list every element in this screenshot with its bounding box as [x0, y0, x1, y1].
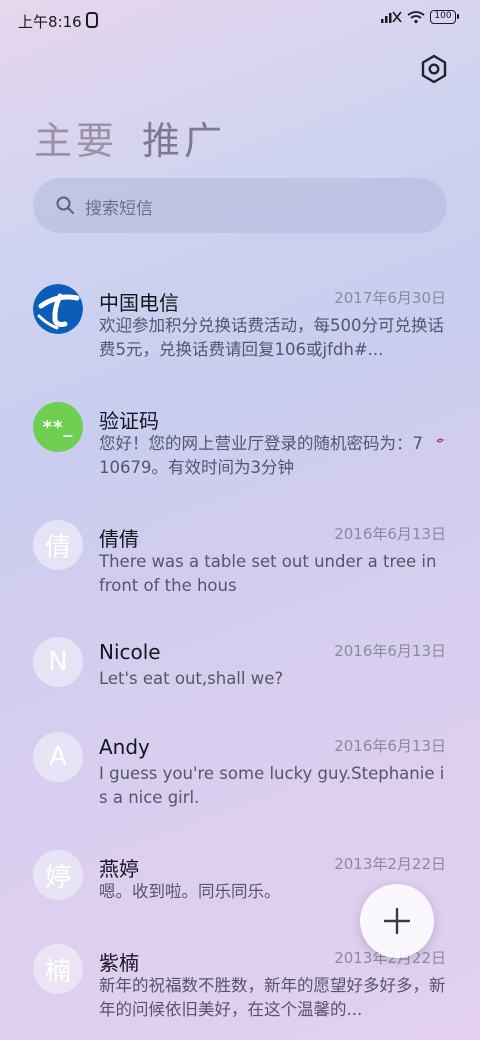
settings-hex-icon: [421, 54, 447, 84]
battery-icon: 100: [430, 10, 459, 24]
avatar: [33, 284, 83, 334]
contact-name: 紫楠: [99, 951, 139, 975]
search-icon: [56, 196, 74, 214]
avatar: 楠: [33, 944, 83, 994]
message-preview: 您好！您的网上营业厅登录的随机密码为：710679。有效时间为3分钟: [99, 434, 423, 477]
tab-main[interactable]: 主要: [34, 110, 118, 165]
wifi-icon: [407, 11, 425, 24]
message-preview: 欢迎参加积分兑换话费活动，每500分可兑换话费5元，兑换话费请回复106或jfd…: [99, 316, 444, 359]
status-icons: 100: [380, 10, 459, 24]
tab-bar: 主要 推广: [34, 110, 226, 165]
conversation-item[interactable]: 楠 紫楠 2013年2月22日 新年的祝福数不胜数，新年的愿望好多好多，新年的问…: [0, 944, 480, 1040]
contact-name: Andy: [99, 735, 150, 759]
message-preview: 新年的祝福数不胜数，新年的愿望好多好多，新年的问候依旧美好，在这个温馨的...: [99, 976, 446, 1019]
unread-mark-icon: [436, 438, 444, 443]
conversation-item[interactable]: A Andy 2016年6月13日 I guess you're some lu…: [0, 732, 480, 832]
message-preview: Let's eat out,shall we?: [99, 669, 284, 688]
plus-icon: [384, 908, 410, 934]
conversation-item[interactable]: 倩 倩倩 2016年6月13日 There was a table set ou…: [0, 520, 480, 620]
status-time: 上午8:16: [18, 13, 82, 31]
conversation-item[interactable]: **_ 验证码 您好！您的网上营业厅登录的随机密码为：710679。有效时间为3…: [0, 402, 480, 502]
contact-name: 倩倩: [99, 527, 139, 551]
china-telecom-logo-icon: [33, 284, 83, 334]
message-date: 2016年6月13日: [334, 525, 446, 543]
new-message-button[interactable]: [360, 884, 434, 958]
status-bar: 上午8:16 100: [0, 0, 480, 40]
search-bar[interactable]: 搜索短信: [33, 178, 447, 233]
signal-icon: [381, 11, 402, 23]
message-preview: There was a table set out under a tree i…: [99, 552, 437, 595]
avatar: A: [33, 732, 83, 782]
contact-name: 燕婷: [99, 857, 139, 881]
message-date: 2017年6月30日: [334, 289, 446, 307]
conversation-item[interactable]: 中国电信 2017年6月30日 欢迎参加积分兑换话费活动，每500分可兑换话费5…: [0, 284, 480, 384]
avatar: 婷: [33, 850, 83, 900]
avatar: **_: [33, 402, 83, 452]
contact-name: 验证码: [99, 409, 159, 433]
message-preview: 嗯。收到啦。同乐同乐。: [99, 882, 281, 901]
message-date: 2013年2月22日: [334, 855, 446, 873]
avatar: 倩: [33, 520, 83, 570]
tab-promotion[interactable]: 推广: [142, 110, 226, 165]
avatar: N: [33, 637, 83, 687]
message-preview: I guess you're some lucky guy.Stephanie …: [99, 764, 445, 807]
contact-name: 中国电信: [99, 291, 179, 315]
search-input[interactable]: 搜索短信: [85, 194, 153, 219]
contact-name: Nicole: [99, 640, 161, 664]
phone-icon: [86, 12, 98, 28]
message-date: 2016年6月13日: [334, 642, 446, 660]
message-date: 2016年6月13日: [334, 737, 446, 755]
settings-button[interactable]: [418, 53, 450, 85]
conversation-item[interactable]: N Nicole 2016年6月13日 Let's eat out,shall …: [0, 637, 480, 717]
